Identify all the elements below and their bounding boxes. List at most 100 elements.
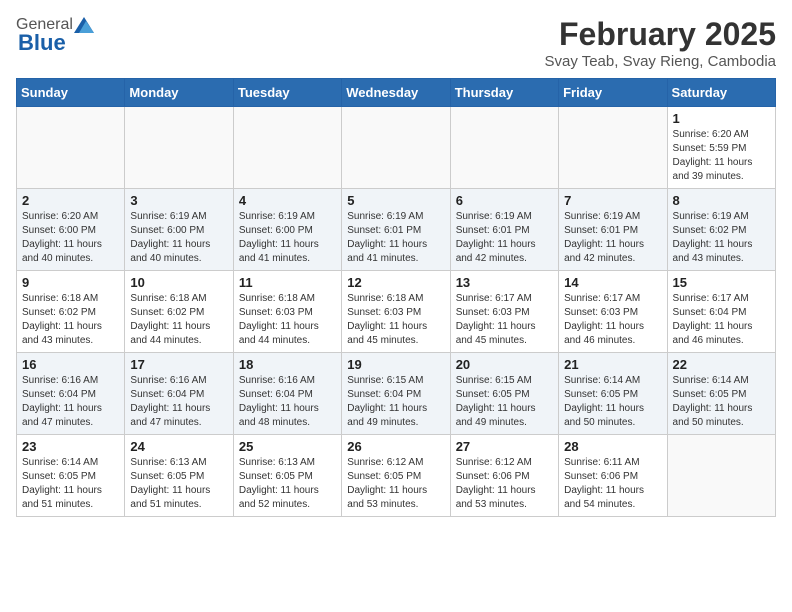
calendar-day-cell: 7Sunrise: 6:19 AM Sunset: 6:01 PM Daylig… [559, 189, 667, 271]
calendar-day-cell [342, 107, 450, 189]
weekday-header-friday: Friday [559, 79, 667, 107]
day-number: 11 [239, 275, 336, 290]
day-info: Sunrise: 6:11 AM Sunset: 6:06 PM Dayligh… [564, 456, 661, 512]
day-number: 16 [22, 357, 119, 372]
day-number: 9 [22, 275, 119, 290]
calendar-day-cell: 19 Sunrise: 6:15 AM Sunset: 6:04 PM Dayli… [342, 353, 450, 435]
calendar-day-cell: 5 Sunrise: 6:19 AM Sunset: 6:01 PM Daylig… [342, 189, 450, 271]
day-info: Sunrise: 6:15 AM Sunset: 6:04 PM Dayligh… [347, 374, 444, 430]
day-info: Sunrise: 6:12 AM Sunset: 6:05 PM Dayligh… [347, 456, 444, 512]
day-number: 7 [564, 193, 661, 208]
calendar-day-cell [125, 107, 233, 189]
day-info: Sunrise: 6:19 AM Sunset: 6:02 PM Dayligh… [673, 210, 770, 266]
day-number: 6 [456, 193, 553, 208]
calendar-table: SundayMondayTuesdayWednesdayThursdayFrid… [16, 78, 776, 517]
day-number: 24 [130, 439, 227, 454]
day-number: 5 [347, 193, 444, 208]
title-block: February 2025 Svay Teab, Svay Rieng, Cam… [544, 16, 776, 70]
calendar-day-cell: 15 Sunrise: 6:17 AM Sunset: 6:04 PM Dayli… [667, 271, 775, 353]
calendar-day-cell: 23 Sunrise: 6:14 AM Sunset: 6:05 PM Dayli… [17, 435, 125, 517]
day-number: 1 [673, 111, 770, 126]
day-info: Sunrise: 6:20 AM Sunset: 5:59 PM Dayligh… [673, 128, 770, 184]
day-number: 15 [673, 275, 770, 290]
calendar-day-cell: 3Sunrise: 6:19 AM Sunset: 6:00 PM Daylig… [125, 189, 233, 271]
weekday-header-sunday: Sunday [17, 79, 125, 107]
day-info: Sunrise: 6:19 AM Sunset: 6:00 PM Dayligh… [239, 210, 336, 266]
day-info: Sunrise: 6:16 AM Sunset: 6:04 PM Dayligh… [239, 374, 336, 430]
day-info: Sunrise: 6:12 AM Sunset: 6:06 PM Dayligh… [456, 456, 553, 512]
weekday-header-tuesday: Tuesday [233, 79, 341, 107]
calendar-week-row: 9 Sunrise: 6:18 AM Sunset: 6:02 PM Daylig… [17, 271, 776, 353]
calendar-week-row: 2 Sunrise: 6:20 AM Sunset: 6:00 PM Daylig… [17, 189, 776, 271]
calendar-day-cell: 8Sunrise: 6:19 AM Sunset: 6:02 PM Daylig… [667, 189, 775, 271]
day-info: Sunrise: 6:14 AM Sunset: 6:05 PM Dayligh… [673, 374, 770, 430]
day-number: 27 [456, 439, 553, 454]
calendar-day-cell: 11 Sunrise: 6:18 AM Sunset: 6:03 PM Dayli… [233, 271, 341, 353]
page-header: General Blue February 2025 Svay Teab, Sv… [16, 16, 776, 70]
day-number: 13 [456, 275, 553, 290]
calendar-day-cell: 12Sunrise: 6:18 AM Sunset: 6:03 PM Dayli… [342, 271, 450, 353]
calendar-day-cell: 18 Sunrise: 6:16 AM Sunset: 6:04 PM Dayli… [233, 353, 341, 435]
day-info: Sunrise: 6:14 AM Sunset: 6:05 PM Dayligh… [22, 456, 119, 512]
calendar-day-cell: 21 Sunrise: 6:14 AM Sunset: 6:05 PM Dayli… [559, 353, 667, 435]
day-number: 19 [347, 357, 444, 372]
logo-blue-text: Blue [18, 30, 66, 56]
calendar-day-cell: 24Sunrise: 6:13 AM Sunset: 6:05 PM Dayli… [125, 435, 233, 517]
calendar-day-cell [450, 107, 558, 189]
calendar-day-cell: 20 Sunrise: 6:15 AM Sunset: 6:05 PM Dayli… [450, 353, 558, 435]
calendar-day-cell: 14Sunrise: 6:17 AM Sunset: 6:03 PM Dayli… [559, 271, 667, 353]
day-number: 23 [22, 439, 119, 454]
logo: General Blue [16, 16, 95, 56]
logo-icon [74, 17, 94, 33]
day-info: Sunrise: 6:19 AM Sunset: 6:01 PM Dayligh… [347, 210, 444, 266]
day-info: Sunrise: 6:17 AM Sunset: 6:03 PM Dayligh… [456, 292, 553, 348]
day-info: Sunrise: 6:15 AM Sunset: 6:05 PM Dayligh… [456, 374, 553, 430]
calendar-day-cell: 25 Sunrise: 6:13 AM Sunset: 6:05 PM Dayli… [233, 435, 341, 517]
day-info: Sunrise: 6:18 AM Sunset: 6:03 PM Dayligh… [239, 292, 336, 348]
calendar-day-cell: 2 Sunrise: 6:20 AM Sunset: 6:00 PM Daylig… [17, 189, 125, 271]
day-info: Sunrise: 6:18 AM Sunset: 6:02 PM Dayligh… [22, 292, 119, 348]
day-info: Sunrise: 6:19 AM Sunset: 6:01 PM Dayligh… [456, 210, 553, 266]
weekday-header-monday: Monday [125, 79, 233, 107]
day-number: 18 [239, 357, 336, 372]
day-number: 22 [673, 357, 770, 372]
calendar-day-cell [233, 107, 341, 189]
day-number: 4 [239, 193, 336, 208]
calendar-day-cell: 16 Sunrise: 6:16 AM Sunset: 6:04 PM Dayli… [17, 353, 125, 435]
day-number: 21 [564, 357, 661, 372]
day-info: Sunrise: 6:20 AM Sunset: 6:00 PM Dayligh… [22, 210, 119, 266]
calendar-week-row: 23 Sunrise: 6:14 AM Sunset: 6:05 PM Dayli… [17, 435, 776, 517]
calendar-day-cell: 1 Sunrise: 6:20 AM Sunset: 5:59 PM Daylig… [667, 107, 775, 189]
day-info: Sunrise: 6:19 AM Sunset: 6:00 PM Dayligh… [130, 210, 227, 266]
calendar-day-cell [17, 107, 125, 189]
day-number: 10 [130, 275, 227, 290]
day-number: 2 [22, 193, 119, 208]
day-info: Sunrise: 6:17 AM Sunset: 6:03 PM Dayligh… [564, 292, 661, 348]
weekday-header-saturday: Saturday [667, 79, 775, 107]
day-number: 28 [564, 439, 661, 454]
calendar-day-cell: 4 Sunrise: 6:19 AM Sunset: 6:00 PM Daylig… [233, 189, 341, 271]
calendar-day-cell: 13 Sunrise: 6:17 AM Sunset: 6:03 PM Dayli… [450, 271, 558, 353]
calendar-day-cell [667, 435, 775, 517]
month-title: February 2025 [544, 16, 776, 53]
day-info: Sunrise: 6:13 AM Sunset: 6:05 PM Dayligh… [239, 456, 336, 512]
day-number: 20 [456, 357, 553, 372]
day-info: Sunrise: 6:16 AM Sunset: 6:04 PM Dayligh… [22, 374, 119, 430]
day-info: Sunrise: 6:17 AM Sunset: 6:04 PM Dayligh… [673, 292, 770, 348]
day-info: Sunrise: 6:18 AM Sunset: 6:03 PM Dayligh… [347, 292, 444, 348]
day-info: Sunrise: 6:18 AM Sunset: 6:02 PM Dayligh… [130, 292, 227, 348]
day-info: Sunrise: 6:14 AM Sunset: 6:05 PM Dayligh… [564, 374, 661, 430]
location: Svay Teab, Svay Rieng, Cambodia [544, 53, 776, 70]
calendar-day-cell: 10 Sunrise: 6:18 AM Sunset: 6:02 PM Dayli… [125, 271, 233, 353]
calendar-day-cell [559, 107, 667, 189]
calendar-day-cell: 28 Sunrise: 6:11 AM Sunset: 6:06 PM Dayli… [559, 435, 667, 517]
day-info: Sunrise: 6:16 AM Sunset: 6:04 PM Dayligh… [130, 374, 227, 430]
day-number: 26 [347, 439, 444, 454]
calendar-header-row: SundayMondayTuesdayWednesdayThursdayFrid… [17, 79, 776, 107]
calendar-week-row: 16 Sunrise: 6:16 AM Sunset: 6:04 PM Dayli… [17, 353, 776, 435]
calendar-week-row: 1 Sunrise: 6:20 AM Sunset: 5:59 PM Daylig… [17, 107, 776, 189]
weekday-header-wednesday: Wednesday [342, 79, 450, 107]
calendar-day-cell: 27 Sunrise: 6:12 AM Sunset: 6:06 PM Dayli… [450, 435, 558, 517]
day-number: 25 [239, 439, 336, 454]
day-number: 17 [130, 357, 227, 372]
